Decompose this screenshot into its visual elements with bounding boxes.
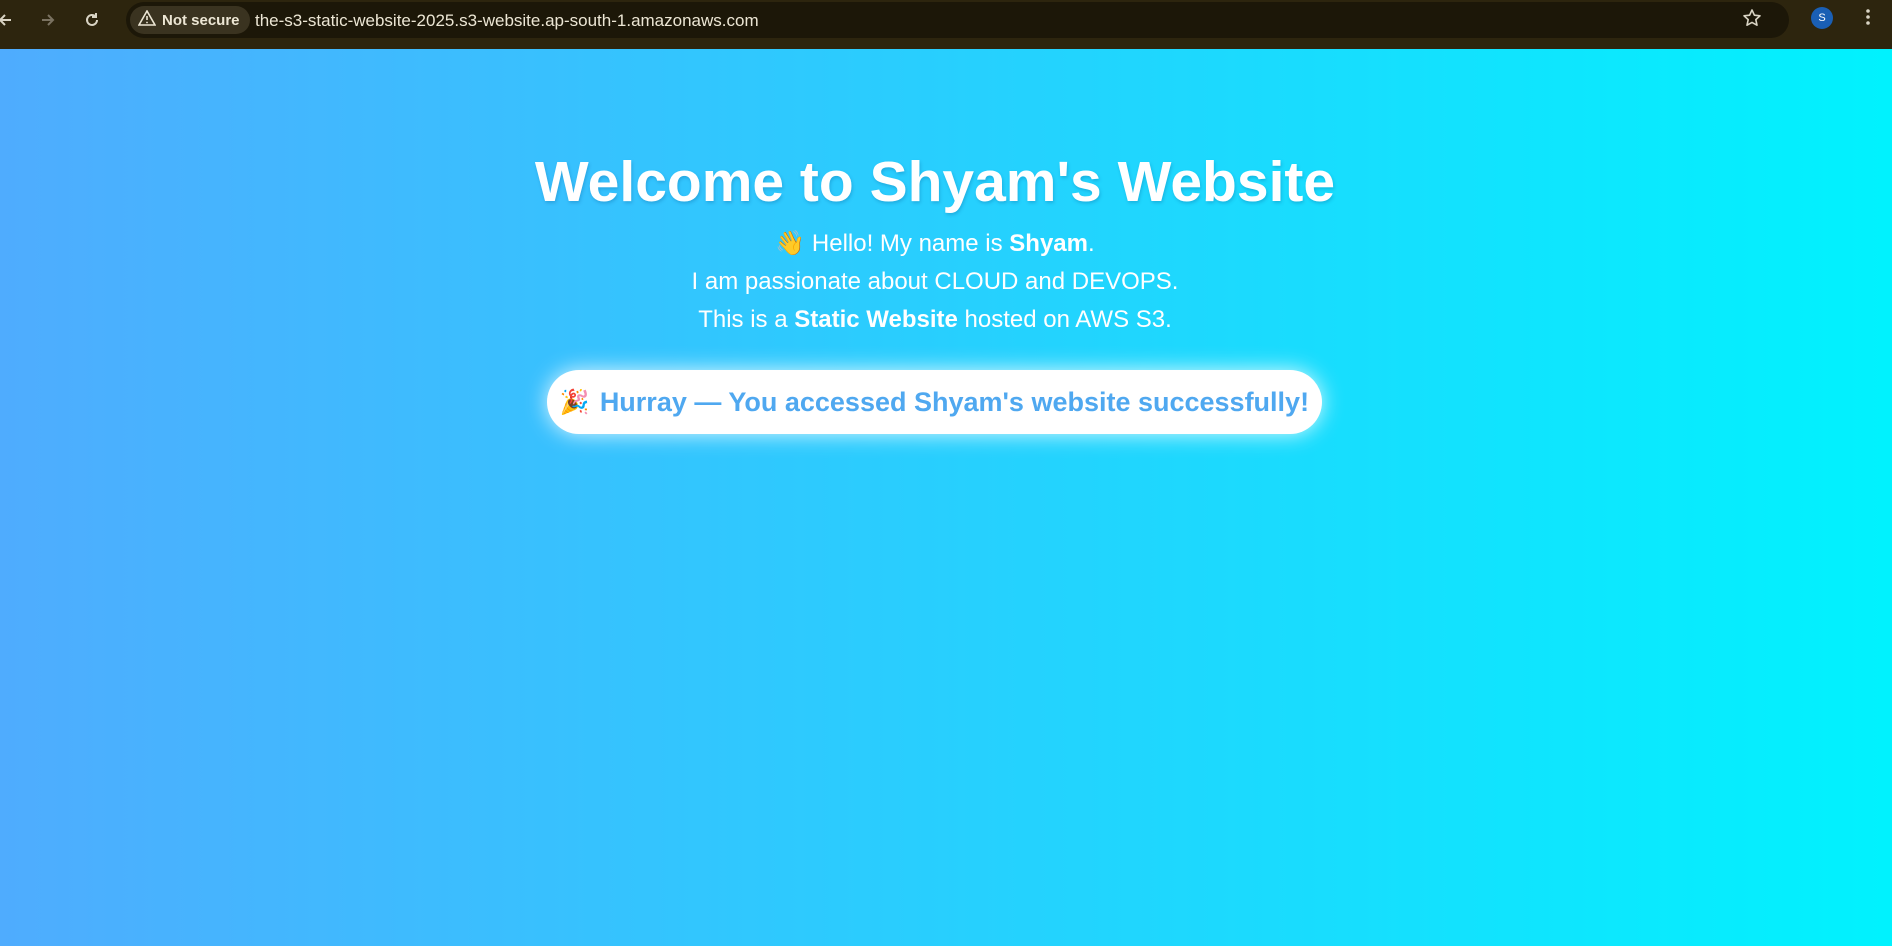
hosting-suffix: hosted on AWS S3. (957, 306, 1172, 333)
browser-menu-button[interactable] (1858, 4, 1878, 34)
hosting-bold: Static Website (794, 306, 958, 333)
url-text[interactable]: the-s3-static-website-2025.s3-website.ap… (255, 11, 759, 31)
profile-avatar[interactable]: S (1811, 7, 1833, 29)
greeting-prefix: Hello! My name is (805, 230, 1010, 257)
forward-button[interactable] (33, 7, 63, 37)
success-message: Hurray — You accessed Shyam's website su… (599, 386, 1310, 417)
star-icon (1742, 8, 1762, 33)
hosting-prefix: This is a (698, 306, 795, 333)
back-button[interactable] (0, 7, 20, 37)
back-arrow-icon (0, 11, 14, 34)
warning-icon (137, 9, 157, 30)
greeting-name: Shyam (1009, 230, 1088, 257)
waving-hand-emoji: 👋 (775, 230, 806, 257)
hosting-line: This is a Static Website hosted on AWS S… (0, 305, 1870, 335)
reload-button[interactable] (77, 7, 107, 37)
page-background: Welcome to Shyam's Website 👋 Hello! My n… (0, 49, 1892, 946)
success-banner: 🎉 Hurray — You accessed Shyam's website … (547, 370, 1322, 434)
bookmark-button[interactable] (1737, 5, 1767, 35)
party-popper-emoji: 🎉 (559, 388, 590, 416)
page-title: Welcome to Shyam's Website (534, 150, 1336, 214)
security-label: Not secure (162, 11, 240, 29)
site-security-chip[interactable]: Not secure (130, 6, 250, 34)
forward-arrow-icon (39, 11, 57, 34)
reload-icon (83, 11, 101, 34)
address-bar[interactable]: Not secure the-s3-static-website-2025.s3… (126, 2, 1789, 38)
kebab-menu-icon (1865, 8, 1871, 31)
browser-toolbar: Not secure the-s3-static-website-2025.s3… (0, 0, 1892, 49)
greeting-line: 👋 Hello! My name is Shyam. (0, 229, 1870, 259)
passion-line: I am passionate about CLOUD and DEVOPS. (691, 268, 1179, 295)
greeting-suffix: . (1087, 230, 1095, 257)
